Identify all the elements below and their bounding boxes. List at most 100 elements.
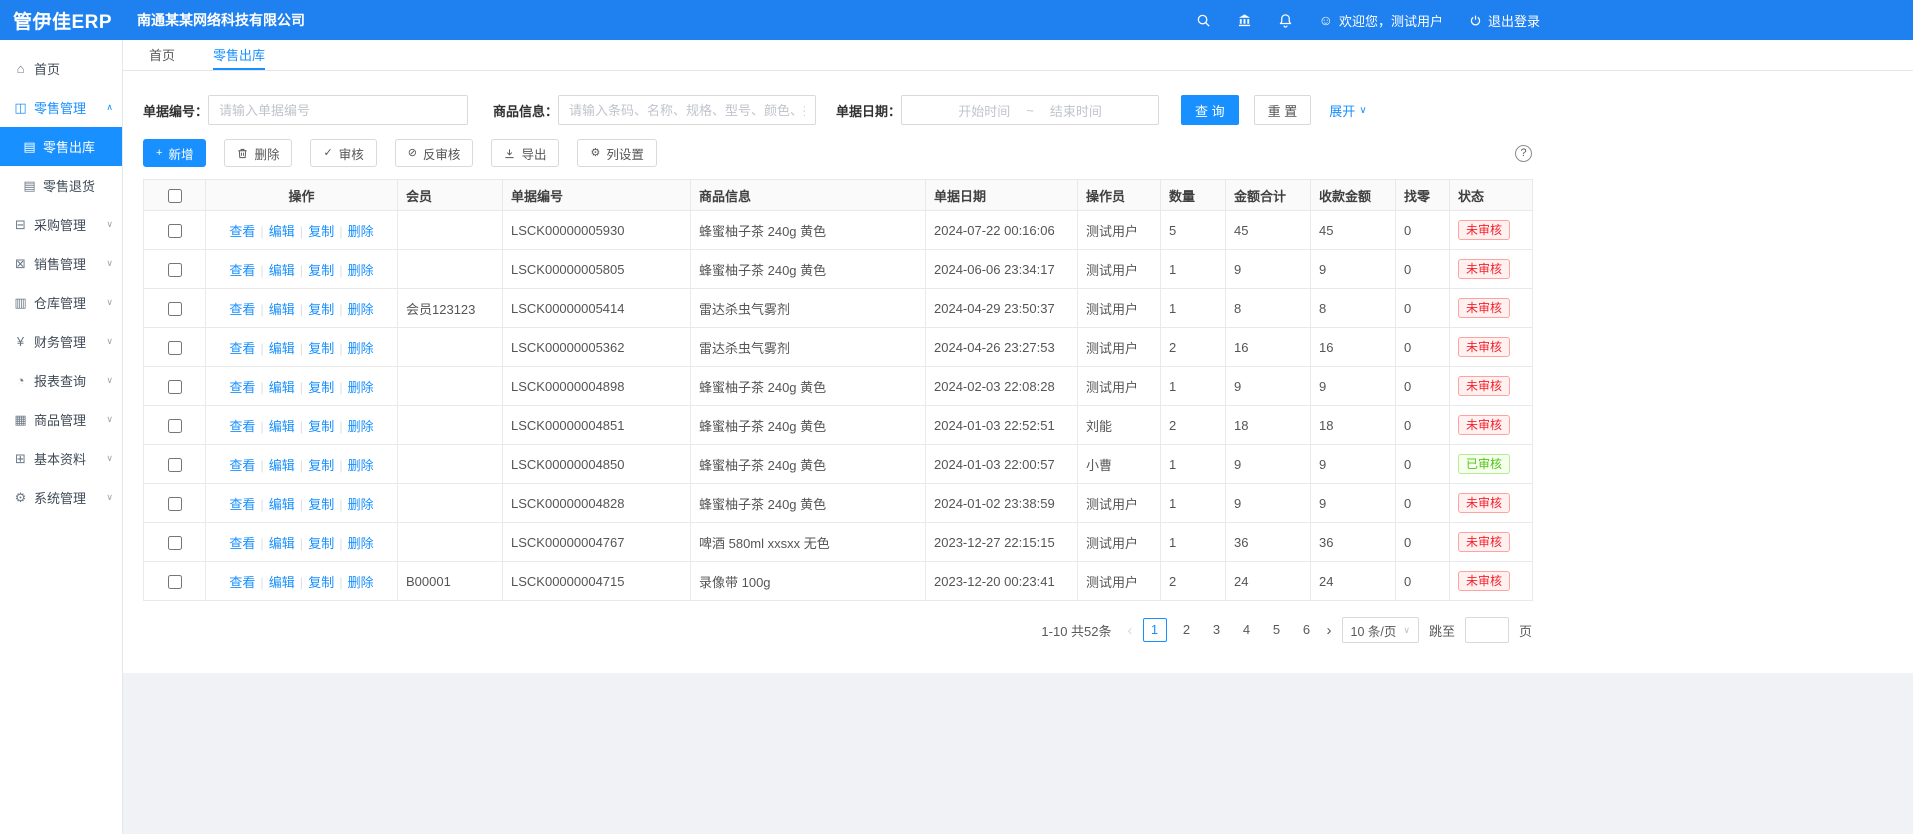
tab-home[interactable]: 首页 bbox=[149, 40, 175, 70]
next-page-button[interactable]: › bbox=[1327, 623, 1332, 638]
row-checkbox[interactable] bbox=[168, 419, 182, 433]
row-action-view[interactable]: 查看 bbox=[229, 497, 255, 512]
row-action-copy[interactable]: 复制 bbox=[308, 302, 334, 317]
row-checkbox[interactable] bbox=[168, 536, 182, 550]
sidebar-item-warehouse-management[interactable]: ▥仓库管理∨ bbox=[0, 283, 122, 322]
row-action-delete[interactable]: 删除 bbox=[348, 536, 374, 551]
row-action-edit[interactable]: 编辑 bbox=[269, 419, 295, 434]
cell-operator: 刘能 bbox=[1078, 406, 1161, 445]
sidebar-item-home[interactable]: ⌂首页 bbox=[0, 49, 122, 88]
row-action-edit[interactable]: 编辑 bbox=[269, 380, 295, 395]
row-action-edit[interactable]: 编辑 bbox=[269, 458, 295, 473]
row-action-view[interactable]: 查看 bbox=[229, 419, 255, 434]
row-action-view[interactable]: 查看 bbox=[229, 263, 255, 278]
row-action-delete[interactable]: 删除 bbox=[348, 341, 374, 356]
sidebar-item-retail-management[interactable]: ◫零售管理∧ bbox=[0, 88, 122, 127]
row-action-edit[interactable]: 编辑 bbox=[269, 224, 295, 239]
row-action-copy[interactable]: 复制 bbox=[308, 497, 334, 512]
row-action-delete[interactable]: 删除 bbox=[348, 263, 374, 278]
sidebar-item-report-query[interactable]: ◔报表查询∨ bbox=[0, 361, 122, 400]
sidebar-item-purchase-management[interactable]: ⊟采购管理∨ bbox=[0, 205, 122, 244]
row-action-view[interactable]: 查看 bbox=[229, 536, 255, 551]
jump-page-input[interactable] bbox=[1465, 617, 1509, 643]
filter-bar: 单据编号： 商品信息： 单据日期： 开始时间 ~ 结束时间 查 询 重 置 展开… bbox=[123, 71, 1913, 125]
row-action-edit[interactable]: 编辑 bbox=[269, 536, 295, 551]
row-action-copy[interactable]: 复制 bbox=[308, 419, 334, 434]
column-settings-button[interactable]: ⚙列设置 bbox=[577, 139, 656, 167]
toolbar-buttons: +新增删除 ✓审核 ⊘反审核导出 ⚙列设置 bbox=[143, 139, 657, 167]
page-button-4[interactable]: 4 bbox=[1237, 618, 1257, 642]
row-action-copy[interactable]: 复制 bbox=[308, 341, 334, 356]
doc-no-input[interactable] bbox=[208, 95, 468, 125]
row-action-delete[interactable]: 删除 bbox=[348, 380, 374, 395]
row-checkbox[interactable] bbox=[168, 497, 182, 511]
row-action-edit[interactable]: 编辑 bbox=[269, 263, 295, 278]
add-button[interactable]: +新增 bbox=[143, 139, 206, 167]
row-action-view[interactable]: 查看 bbox=[229, 380, 255, 395]
sidebar-item-retail-outbound[interactable]: ▤零售出库 bbox=[0, 127, 122, 166]
row-checkbox[interactable] bbox=[168, 263, 182, 277]
prev-page-button[interactable]: ‹ bbox=[1128, 623, 1133, 638]
row-action-edit[interactable]: 编辑 bbox=[269, 341, 295, 356]
row-action-copy[interactable]: 复制 bbox=[308, 224, 334, 239]
home-portal-icon[interactable] bbox=[1237, 13, 1252, 28]
row-checkbox[interactable] bbox=[168, 224, 182, 238]
page-button-6[interactable]: 6 bbox=[1297, 618, 1317, 642]
search-button[interactable]: 查 询 bbox=[1181, 95, 1239, 125]
sidebar-item-goods-management[interactable]: ▦商品管理∨ bbox=[0, 400, 122, 439]
row-action-delete[interactable]: 删除 bbox=[348, 419, 374, 434]
sidebar-item-basic-data[interactable]: ⊞基本资料∨ bbox=[0, 439, 122, 478]
row-action-copy[interactable]: 复制 bbox=[308, 263, 334, 278]
page-button-2[interactable]: 2 bbox=[1177, 618, 1197, 642]
search-icon[interactable] bbox=[1196, 13, 1211, 28]
pagination-total: 1-10 共52条 bbox=[1041, 621, 1111, 640]
welcome-user[interactable]: ☺欢迎您，测试用户 bbox=[1319, 11, 1443, 30]
audit-button[interactable]: ✓审核 bbox=[310, 139, 376, 167]
export-button[interactable]: 导出 bbox=[491, 139, 559, 167]
cell-doc-no: LSCK00000004767 bbox=[503, 523, 691, 562]
row-action-view[interactable]: 查看 bbox=[229, 458, 255, 473]
expand-link[interactable]: 展开∨ bbox=[1329, 101, 1366, 120]
page-size-value: 10 条/页 bbox=[1351, 621, 1397, 640]
logout-button[interactable]: 退出登录 bbox=[1469, 11, 1540, 30]
row-action-copy[interactable]: 复制 bbox=[308, 536, 334, 551]
row-action-view[interactable]: 查看 bbox=[229, 575, 255, 590]
sidebar-item-retail-return[interactable]: ▤零售退货 bbox=[0, 166, 122, 205]
row-action-view[interactable]: 查看 bbox=[229, 224, 255, 239]
sidebar-item-sales-management[interactable]: ⊠销售管理∨ bbox=[0, 244, 122, 283]
page-button-1[interactable]: 1 bbox=[1143, 618, 1167, 642]
row-action-delete[interactable]: 删除 bbox=[348, 458, 374, 473]
row-checkbox[interactable] bbox=[168, 341, 182, 355]
product-info-input[interactable] bbox=[558, 95, 816, 125]
select-all-checkbox[interactable] bbox=[168, 189, 182, 203]
row-action-copy[interactable]: 复制 bbox=[308, 458, 334, 473]
sidebar-item-finance-management[interactable]: ¥财务管理∨ bbox=[0, 322, 122, 361]
row-checkbox[interactable] bbox=[168, 575, 182, 589]
page-button-3[interactable]: 3 bbox=[1207, 618, 1227, 642]
page-size-select[interactable]: 10 条/页 ∨ bbox=[1342, 617, 1419, 643]
row-action-delete[interactable]: 删除 bbox=[348, 224, 374, 239]
unaudit-button[interactable]: ⊘反审核 bbox=[395, 139, 474, 167]
row-checkbox[interactable] bbox=[168, 458, 182, 472]
row-action-edit[interactable]: 编辑 bbox=[269, 497, 295, 512]
row-checkbox[interactable] bbox=[168, 302, 182, 316]
row-action-edit[interactable]: 编辑 bbox=[269, 302, 295, 317]
sidebar-item-system-management[interactable]: ⚙系统管理∨ bbox=[0, 478, 122, 517]
page-button-5[interactable]: 5 bbox=[1267, 618, 1287, 642]
row-action-copy[interactable]: 复制 bbox=[308, 380, 334, 395]
row-action-copy[interactable]: 复制 bbox=[308, 575, 334, 590]
notification-bell-icon[interactable] bbox=[1278, 13, 1293, 28]
row-checkbox[interactable] bbox=[168, 380, 182, 394]
row-action-delete[interactable]: 删除 bbox=[348, 497, 374, 512]
delete-button[interactable]: 删除 bbox=[224, 139, 292, 167]
date-range-picker[interactable]: 开始时间 ~ 结束时间 bbox=[901, 95, 1159, 125]
reset-button[interactable]: 重 置 bbox=[1254, 95, 1312, 125]
row-action-view[interactable]: 查看 bbox=[229, 302, 255, 317]
product-info-label: 商品信息： bbox=[493, 101, 558, 120]
tab-retail-outbound[interactable]: 零售出库 bbox=[213, 40, 265, 70]
help-icon[interactable]: ? bbox=[1515, 145, 1532, 162]
row-action-delete[interactable]: 删除 bbox=[348, 575, 374, 590]
row-action-view[interactable]: 查看 bbox=[229, 341, 255, 356]
row-action-delete[interactable]: 删除 bbox=[348, 302, 374, 317]
row-action-edit[interactable]: 编辑 bbox=[269, 575, 295, 590]
